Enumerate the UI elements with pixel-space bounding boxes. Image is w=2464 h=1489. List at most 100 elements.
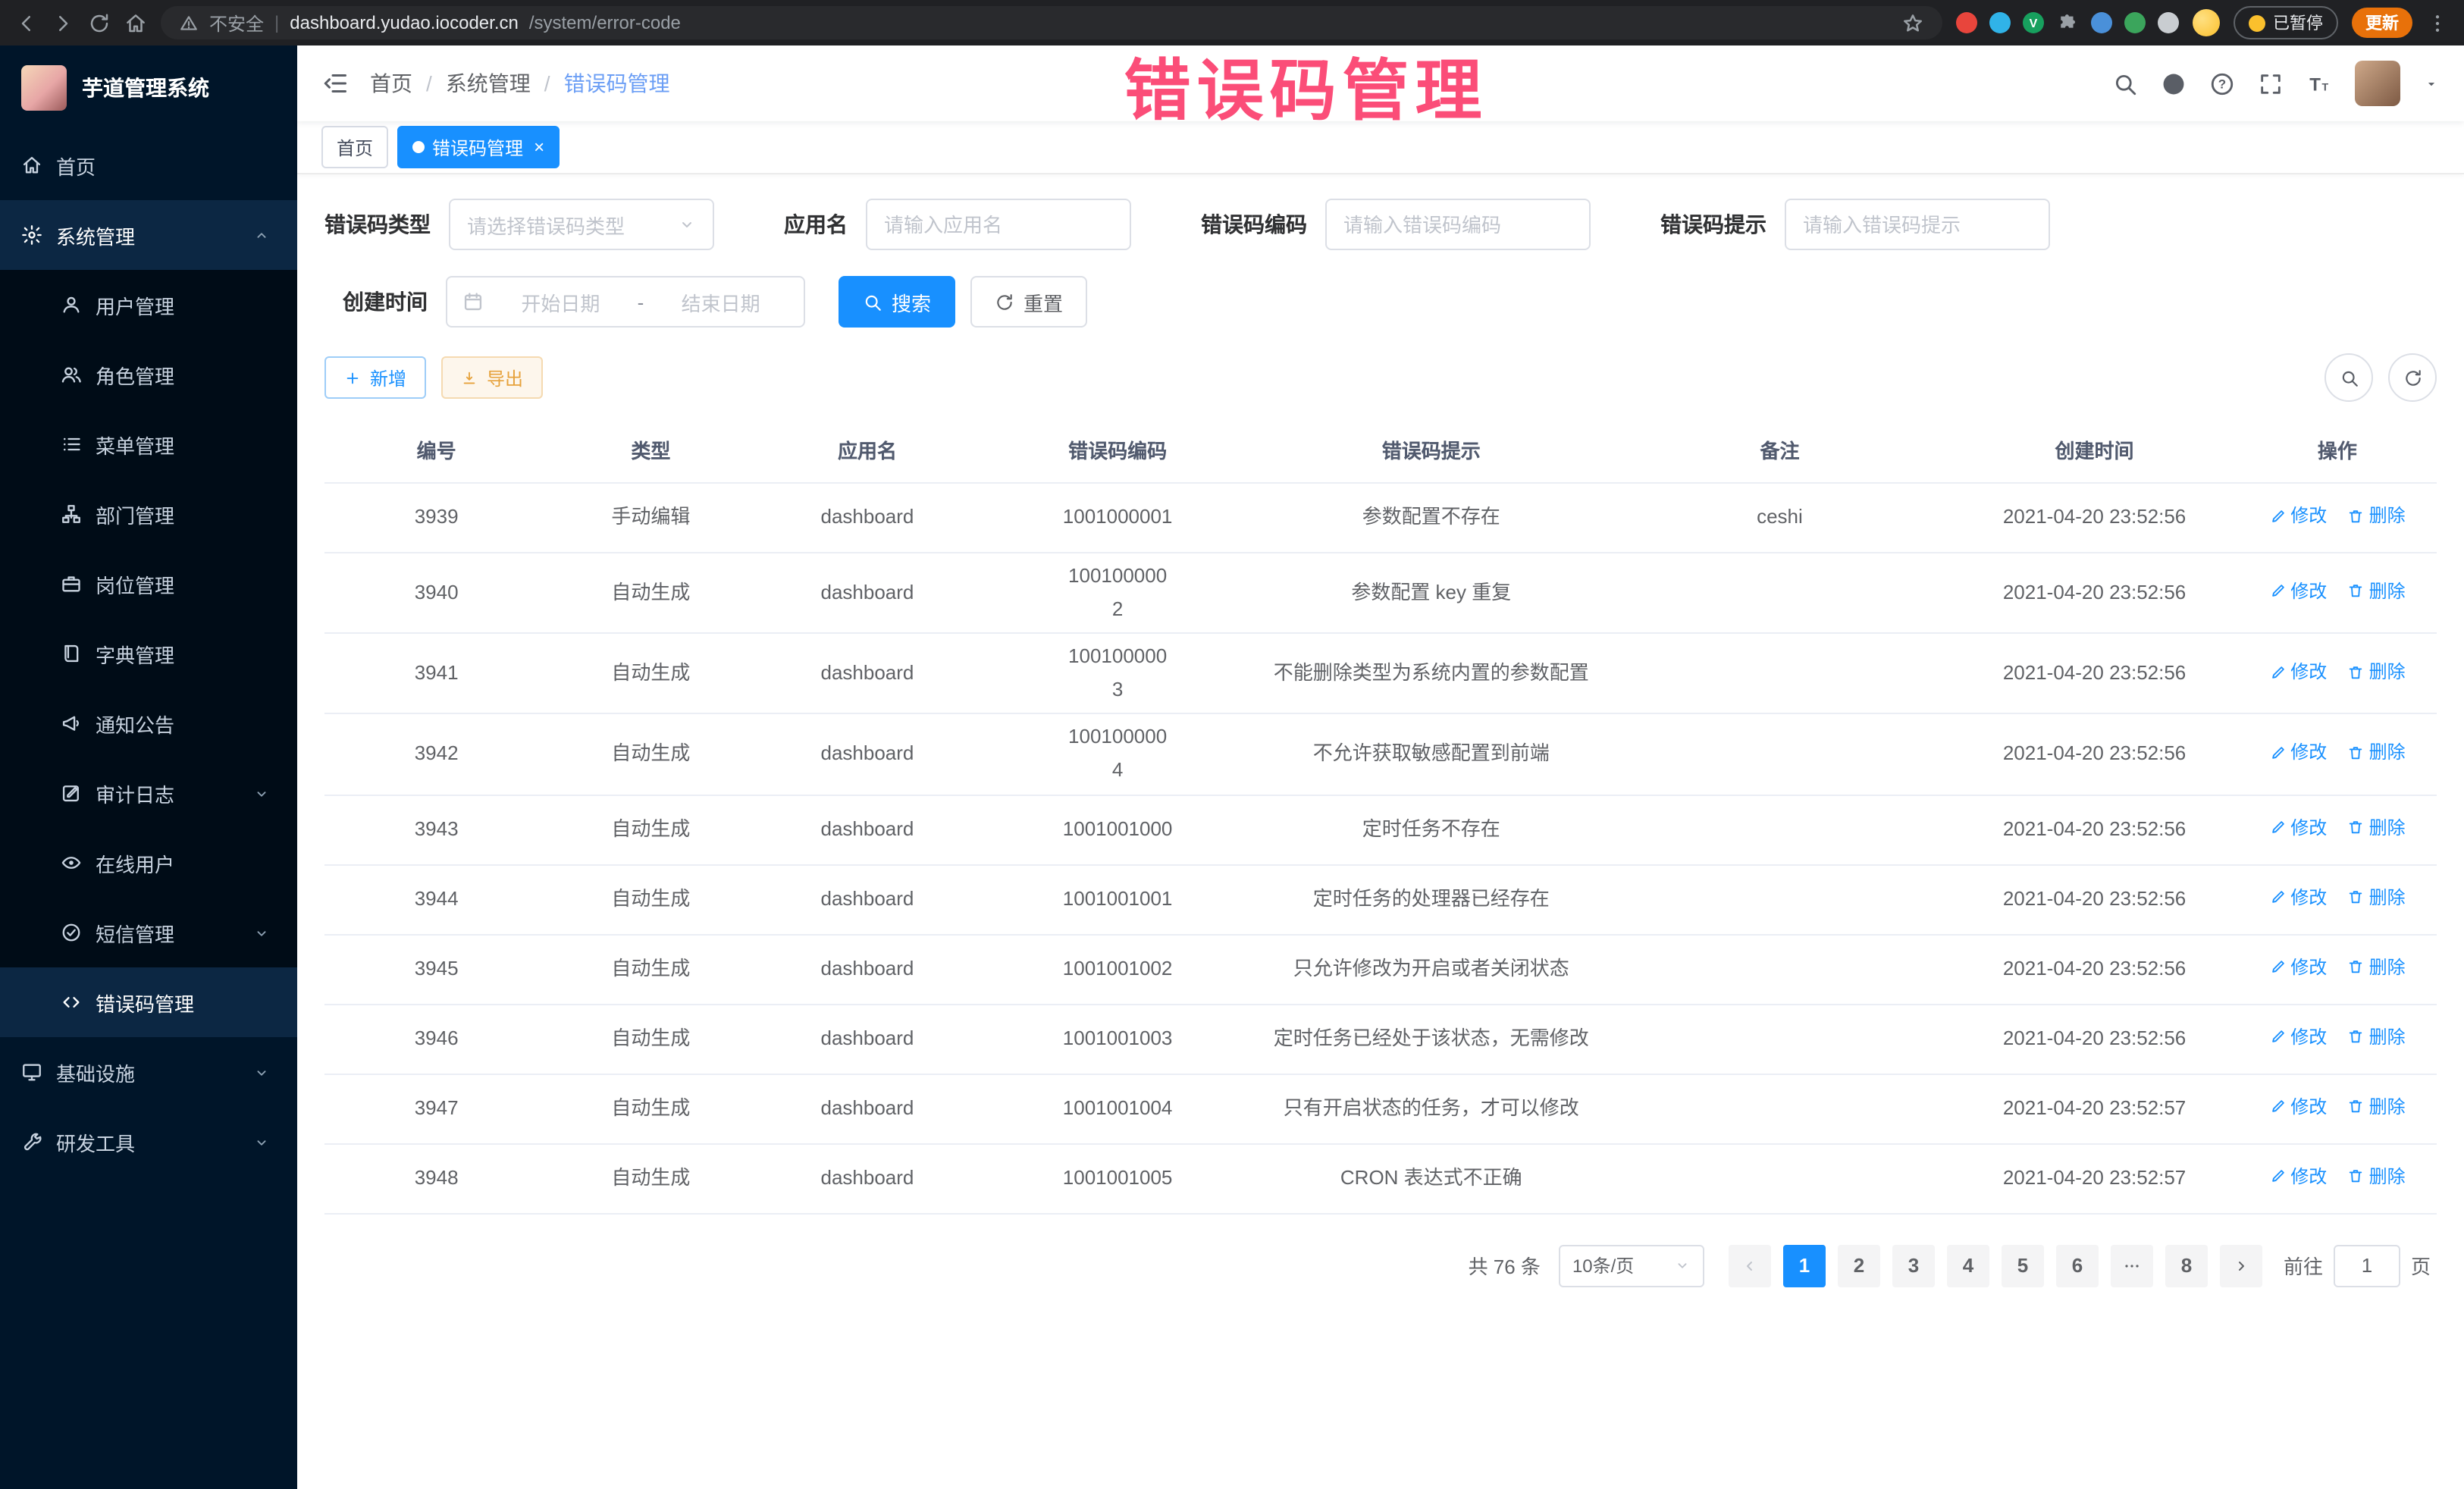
forward-icon[interactable] <box>52 11 74 34</box>
delete-link[interactable]: 删除 <box>2348 575 2406 607</box>
sidebar-item[interactable]: 研发工具 <box>0 1107 297 1177</box>
page-button-4[interactable]: 4 <box>1947 1244 1989 1287</box>
next-page-button[interactable] <box>2220 1244 2262 1287</box>
extension-icons: V <box>1956 11 2179 34</box>
address-bar[interactable]: 不安全 | dashboard.yudao.iocoder.cn /system… <box>161 6 1942 39</box>
page-button-2[interactable]: 2 <box>1838 1244 1880 1287</box>
github-icon[interactable] <box>2161 71 2187 96</box>
cell-actions: 修改 删除 <box>2238 812 2437 847</box>
sidebar-item[interactable]: 菜单管理 <box>0 409 297 479</box>
breadcrumb-item[interactable]: 系统管理 <box>446 68 531 99</box>
extension-icon-pin[interactable] <box>2158 12 2179 33</box>
sidebar-item[interactable]: 首页 <box>0 130 297 200</box>
toggle-search-button[interactable] <box>2324 353 2373 402</box>
sidebar-item[interactable]: 通知公告 <box>0 688 297 758</box>
browser-menu-icon[interactable] <box>2426 11 2449 34</box>
sidebar-item[interactable]: 字典管理 <box>0 619 297 688</box>
sidebar-item[interactable]: 用户管理 <box>0 270 297 340</box>
page-button-5[interactable]: 5 <box>2002 1244 2044 1287</box>
add-button[interactable]: 新增 <box>324 356 426 399</box>
paused-badge[interactable]: 已暂停 <box>2234 6 2338 39</box>
refresh-table-button[interactable] <box>2388 353 2437 402</box>
edit-link[interactable]: 修改 <box>2269 882 2327 913</box>
edit-link[interactable]: 修改 <box>2269 1161 2327 1192</box>
sidebar-item[interactable]: 系统管理 <box>0 200 297 270</box>
delete-link[interactable]: 删除 <box>2348 1091 2406 1122</box>
edit-link[interactable]: 修改 <box>2269 1091 2327 1122</box>
page-goto-input[interactable] <box>2334 1244 2400 1287</box>
edit-link[interactable]: 修改 <box>2269 737 2327 768</box>
extension-icon-green[interactable] <box>2124 12 2146 33</box>
delete-link[interactable]: 删除 <box>2348 812 2406 843</box>
delete-link[interactable]: 删除 <box>2348 1021 2406 1052</box>
table-row: 3941 自动生成 dashboard 1001000003 不能删除类型为系统… <box>324 634 2437 714</box>
search-button[interactable]: 搜索 <box>839 276 955 328</box>
extension-icon-green-v[interactable]: V <box>2023 12 2044 33</box>
user-avatar[interactable] <box>2355 61 2400 106</box>
sidebar-item[interactable]: 岗位管理 <box>0 549 297 619</box>
delete-link[interactable]: 删除 <box>2348 951 2406 983</box>
help-icon[interactable]: ? <box>2209 71 2235 96</box>
sidebar-item[interactable]: 在线用户 <box>0 828 297 898</box>
update-button[interactable]: 更新 <box>2352 8 2412 38</box>
back-icon[interactable] <box>15 11 38 34</box>
svg-text:T: T <box>2322 81 2329 93</box>
page-button-6[interactable]: 6 <box>2056 1244 2099 1287</box>
reset-button[interactable]: 重置 <box>970 276 1087 328</box>
fullscreen-icon[interactable] <box>2258 71 2284 96</box>
delete-link[interactable]: 删除 <box>2348 500 2406 531</box>
cell-msg: 定时任务已经处于该状态，无需修改 <box>1254 1022 1609 1055</box>
edit-link[interactable]: 修改 <box>2269 500 2327 531</box>
filter-hint-label: 错误码提示 <box>1660 209 1766 240</box>
delete-link[interactable]: 删除 <box>2348 657 2406 688</box>
extension-icon-grid[interactable] <box>2091 12 2112 33</box>
pagination: 共 76 条10条/页1234568前往页 <box>324 1244 2431 1287</box>
tab-item[interactable]: 首页 <box>321 126 388 168</box>
font-size-icon[interactable]: TT <box>2306 71 2332 96</box>
extension-icon-drop[interactable] <box>1989 12 2011 33</box>
sidebar-item[interactable]: 基础设施 <box>0 1037 297 1107</box>
sidebar-item[interactable]: 错误码管理 <box>0 967 297 1037</box>
edit-link[interactable]: 修改 <box>2269 812 2327 843</box>
sidebar-item[interactable]: 角色管理 <box>0 340 297 409</box>
sidebar-item[interactable]: 审计日志 <box>0 758 297 828</box>
edit-link[interactable]: 修改 <box>2269 575 2327 607</box>
page-size-select[interactable]: 10条/页 <box>1559 1244 1704 1287</box>
edit-link[interactable]: 修改 <box>2269 951 2327 983</box>
page-button-3[interactable]: 3 <box>1892 1244 1935 1287</box>
page-button-8[interactable]: 8 <box>2165 1244 2208 1287</box>
close-icon[interactable]: × <box>534 136 544 158</box>
cell-actions: 修改 删除 <box>2238 500 2437 535</box>
sidebar-item[interactable]: 短信管理 <box>0 898 297 967</box>
hamburger-icon[interactable] <box>321 70 349 97</box>
cell-msg: 参数配置 key 重复 <box>1254 576 1609 610</box>
reload-icon[interactable] <box>88 11 111 34</box>
edit-link[interactable]: 修改 <box>2269 1021 2327 1052</box>
more-pages-button[interactable] <box>2111 1244 2153 1287</box>
bookmark-star-icon[interactable] <box>1901 11 1924 34</box>
delete-link[interactable]: 删除 <box>2348 737 2406 768</box>
page-button-1[interactable]: 1 <box>1783 1244 1826 1287</box>
error-code-input[interactable] <box>1325 199 1591 250</box>
extension-icon-red[interactable] <box>1956 12 1977 33</box>
edit-link[interactable]: 修改 <box>2269 657 2327 688</box>
export-button[interactable]: 导出 <box>441 356 543 399</box>
prev-page-button[interactable] <box>1729 1244 1771 1287</box>
extensions-puzzle-icon[interactable] <box>2056 11 2079 34</box>
svg-text:?: ? <box>2218 77 2226 91</box>
error-type-select[interactable]: 请选择错误码类型 <box>449 199 714 250</box>
sidebar-item[interactable]: 部门管理 <box>0 479 297 549</box>
app-name-input[interactable] <box>866 199 1131 250</box>
breadcrumb-item[interactable]: 首页 <box>370 68 412 99</box>
delete-link[interactable]: 删除 <box>2348 882 2406 913</box>
caret-down-icon[interactable] <box>2423 75 2440 92</box>
delete-link[interactable]: 删除 <box>2348 1161 2406 1192</box>
cell-time: 2021-04-20 23:52:56 <box>1951 882 2238 916</box>
tab-item[interactable]: 错误码管理 × <box>397 126 560 168</box>
home-icon[interactable] <box>124 11 147 34</box>
chevron-down-icon <box>253 785 270 801</box>
error-hint-input[interactable] <box>1785 199 2050 250</box>
search-icon[interactable] <box>2112 71 2138 96</box>
browser-profile-avatar[interactable] <box>2193 9 2220 36</box>
date-range-picker[interactable]: 开始日期 - 结束日期 <box>446 276 805 328</box>
